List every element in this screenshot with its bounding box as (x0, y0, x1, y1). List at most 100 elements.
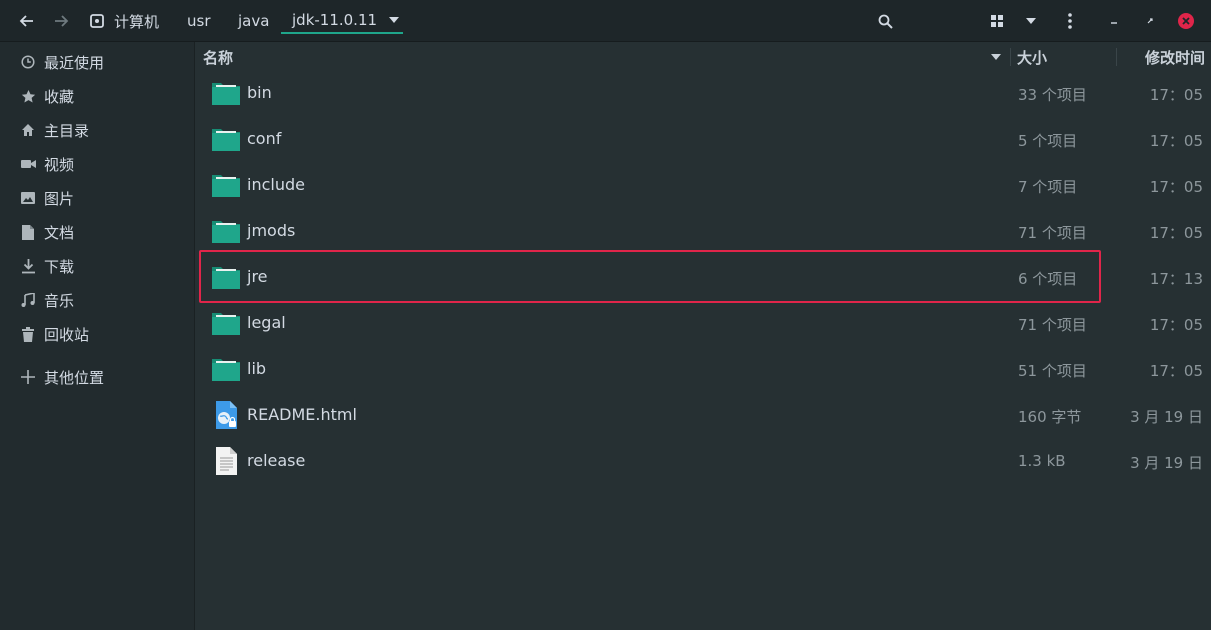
menu-button[interactable] (1060, 6, 1080, 36)
folder-icon (212, 221, 240, 243)
breadcrumb-java[interactable]: java (238, 8, 269, 34)
file-row[interactable]: conf 5 个项目 17：05 (196, 116, 1211, 162)
file-name: bin (247, 83, 272, 102)
file-modified: 17：05 (1149, 362, 1203, 380)
column-header-name[interactable]: 名称 (203, 42, 233, 72)
sidebar-item-label: 视频 (44, 155, 75, 174)
chevron-down-icon (389, 17, 400, 23)
column-header-modified[interactable]: 修改时间 (1145, 42, 1205, 72)
file-modified: 17：13 (1149, 270, 1203, 288)
file-name: README.html (247, 405, 357, 424)
file-size: 6 个项目 (1018, 270, 1078, 288)
file-row[interactable]: lib 51 个项目 17：05 (196, 346, 1211, 392)
file-size: 71 个项目 (1018, 316, 1087, 334)
column-header-label: 名称 (203, 48, 234, 67)
file-list: 名称 大小 修改时间 bin 33 个项目 17：05 conf 5 个项目 1… (196, 42, 1211, 630)
file-name: lib (247, 359, 267, 378)
folder-icon (212, 313, 240, 335)
file-row-highlighted[interactable]: jre 6 个项目 17：13 (196, 254, 1211, 300)
file-size: 5 个项目 (1018, 132, 1078, 150)
sidebar-item-downloads[interactable]: 下载 (0, 250, 195, 282)
drive-icon (90, 14, 104, 28)
folder-icon (212, 129, 240, 151)
file-name: release (247, 451, 306, 470)
file-modified: 17：05 (1149, 132, 1203, 150)
close-icon (1178, 13, 1194, 29)
header-bar: 计算机 usr java jdk-11.0.11 (0, 0, 1211, 42)
file-modified: 17：05 (1149, 86, 1203, 104)
sidebar-item-videos[interactable]: 视频 (0, 148, 195, 180)
column-separator (1010, 48, 1011, 66)
breadcrumb-label: jdk-11.0.11 (292, 11, 378, 29)
file-name: legal (247, 313, 286, 332)
breadcrumb-computer[interactable]: 计算机 (90, 8, 159, 34)
plus-icon (20, 369, 36, 385)
sidebar-item-label: 图片 (44, 189, 75, 208)
maximize-icon (1147, 18, 1153, 24)
grid-icon (991, 15, 1003, 27)
file-size: 71 个项目 (1018, 224, 1087, 242)
close-button[interactable] (1176, 11, 1196, 31)
file-row[interactable]: bin 33 个项目 17：05 (196, 70, 1211, 116)
forward-button[interactable] (48, 6, 74, 36)
text-file-icon (216, 447, 237, 475)
view-grid-button[interactable] (986, 6, 1008, 36)
file-row[interactable]: include 7 个项目 17：05 (196, 162, 1211, 208)
file-size: 33 个项目 (1018, 86, 1087, 104)
sidebar-item-label: 回收站 (44, 325, 90, 344)
sidebar-item-label: 主目录 (44, 121, 90, 140)
download-icon (20, 258, 36, 274)
chevron-down-icon (1026, 18, 1036, 24)
home-icon (20, 122, 36, 138)
file-modified: 17：05 (1149, 316, 1203, 334)
sort-descending-icon[interactable] (991, 54, 1001, 60)
kebab-menu-icon (1068, 13, 1072, 29)
sidebar-item-label: 最近使用 (44, 53, 105, 72)
view-options-button[interactable] (1020, 6, 1042, 36)
sidebar-item-home[interactable]: 主目录 (0, 114, 195, 146)
folder-icon (212, 267, 240, 289)
column-header-label: 大小 (1017, 48, 1048, 67)
file-modified: 3 月 19 日 (1130, 408, 1203, 426)
breadcrumb-usr[interactable]: usr (187, 8, 211, 34)
sidebar-item-label: 其他位置 (44, 368, 105, 387)
sidebar-item-pictures[interactable]: 图片 (0, 182, 195, 214)
file-name: jre (247, 267, 268, 286)
file-size: 160 字节 (1018, 408, 1082, 426)
sidebar-item-label: 音乐 (44, 291, 75, 310)
html-file-icon (216, 401, 237, 429)
column-header-label: 修改时间 (1144, 48, 1205, 67)
file-name: include (247, 175, 305, 194)
image-icon (20, 190, 36, 206)
sidebar-item-trash[interactable]: 回收站 (0, 318, 195, 350)
file-row[interactable]: release 1.3 kB 3 月 19 日 (196, 438, 1211, 484)
sidebar-item-music[interactable]: 音乐 (0, 284, 195, 316)
sidebar-item-other-locations[interactable]: 其他位置 (0, 361, 195, 393)
arrow-right-icon (55, 15, 69, 27)
sidebar-item-label: 文档 (44, 223, 75, 242)
breadcrumb-label: 计算机 (114, 12, 160, 31)
sidebar-item-starred[interactable]: 收藏 (0, 80, 195, 112)
sidebar-item-recent[interactable]: 最近使用 (0, 46, 195, 78)
maximize-button[interactable] (1140, 11, 1160, 31)
breadcrumb-jdk[interactable]: jdk-11.0.11 (281, 8, 403, 34)
file-row[interactable]: jmods 71 个项目 17：05 (196, 208, 1211, 254)
sidebar-item-documents[interactable]: 文档 (0, 216, 195, 248)
minimize-button[interactable] (1104, 11, 1124, 31)
file-row[interactable]: legal 71 个项目 17：05 (196, 300, 1211, 346)
folder-icon (212, 359, 240, 381)
column-header-size[interactable]: 大小 (1017, 42, 1047, 72)
file-name: jmods (247, 221, 296, 240)
file-modified: 3 月 19 日 (1130, 454, 1203, 472)
trash-icon (20, 326, 36, 342)
file-modified: 17：05 (1149, 224, 1203, 242)
sidebar-item-label: 收藏 (44, 87, 75, 106)
video-icon (20, 156, 36, 172)
file-name: conf (247, 129, 282, 148)
back-button[interactable] (14, 6, 40, 36)
arrow-left-icon (19, 15, 33, 27)
search-button[interactable] (872, 6, 898, 36)
file-size: 1.3 kB (1018, 452, 1066, 470)
file-row[interactable]: README.html 160 字节 3 月 19 日 (196, 392, 1211, 438)
music-icon (20, 292, 36, 308)
